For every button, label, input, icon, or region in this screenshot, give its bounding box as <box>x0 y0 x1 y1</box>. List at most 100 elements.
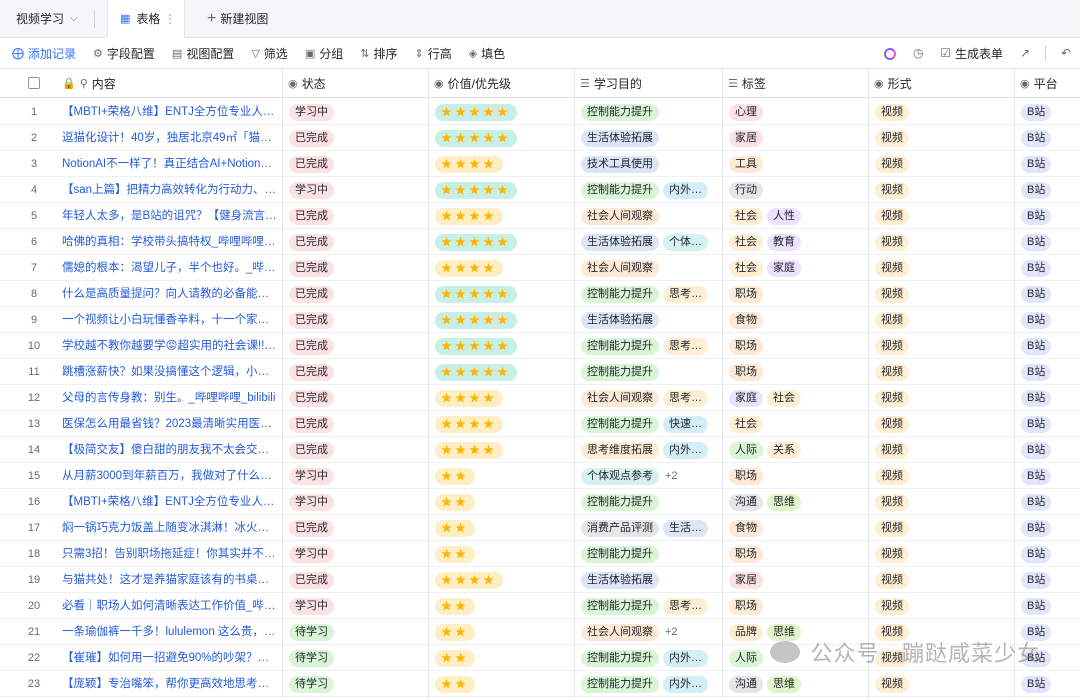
status-cell[interactable]: 学习中 <box>283 99 428 125</box>
form-cell[interactable]: 视频 <box>869 281 1014 307</box>
table-row[interactable]: 10 学校越不教你越要学😡超实用的社会课!!… 已完成 控制能力提升 思考… 职场 视频 B站 <box>0 333 1080 359</box>
tags-cell[interactable]: 沟通 思维 <box>723 489 868 515</box>
status-cell[interactable]: 已完成 <box>283 385 428 411</box>
platform-cell[interactable]: B站 <box>1015 307 1080 333</box>
content-cell[interactable]: 【MBTI+荣格八维】ENTJ全方位专业人… <box>62 99 278 125</box>
sort-button[interactable]: ⇅ 排序 <box>360 45 397 62</box>
priority-cell[interactable] <box>429 411 574 437</box>
status-cell[interactable]: 已完成 <box>283 255 428 281</box>
priority-cell[interactable] <box>429 385 574 411</box>
undo-icon[interactable]: ↶ <box>1052 46 1080 60</box>
purpose-cell[interactable]: 控制能力提升 <box>575 359 722 385</box>
purpose-cell[interactable]: 控制能力提升 <box>575 541 722 567</box>
platform-cell[interactable]: B站 <box>1015 177 1080 203</box>
priority-cell[interactable] <box>429 203 574 229</box>
priority-cell[interactable] <box>429 567 574 593</box>
content-cell[interactable]: 必看｜职场人如何清晰表达工作价值_哔… <box>62 593 278 619</box>
tags-cell[interactable]: 职场 <box>723 463 868 489</box>
status-cell[interactable]: 已完成 <box>283 151 428 177</box>
tags-cell[interactable]: 行动 <box>723 177 868 203</box>
form-cell[interactable]: 视频 <box>869 333 1014 359</box>
priority-cell[interactable] <box>429 619 574 645</box>
more-vertical-icon[interactable]: ⋮ <box>164 12 176 26</box>
table-row[interactable]: 13 医保怎么用最省钱？2023最清晰实用医… 已完成 控制能力提升 快速… 社会 视频 B站 <box>0 411 1080 437</box>
column-header-tags[interactable]: ☰ 标签 <box>722 69 868 97</box>
status-cell[interactable]: 已完成 <box>283 281 428 307</box>
purpose-cell[interactable]: 控制能力提升 思考… <box>575 333 722 359</box>
platform-cell[interactable]: B站 <box>1015 489 1080 515</box>
purpose-cell[interactable]: 控制能力提升 <box>575 489 722 515</box>
content-cell[interactable]: 从月薪3000到年薪百万，我做对了什么… <box>62 463 278 489</box>
share-icon[interactable]: ↗ <box>1011 46 1039 60</box>
content-cell[interactable]: 父母的言传身教：别生。_哔哩哔哩_bilibili <box>62 385 278 411</box>
form-cell[interactable]: 视频 <box>869 203 1014 229</box>
purpose-cell[interactable]: 控制能力提升 内外… <box>575 645 722 671</box>
purpose-cell[interactable]: 个体观点参考 +2 <box>575 463 722 489</box>
platform-cell[interactable]: B站 <box>1015 151 1080 177</box>
tab-grid-view[interactable]: ▦ 表格 ⋮ <box>107 0 185 38</box>
platform-cell[interactable]: B站 <box>1015 333 1080 359</box>
priority-cell[interactable] <box>429 281 574 307</box>
table-row[interactable]: 8 什么是高质量提问？向人请教的必备能… 已完成 控制能力提升 思考… 职场 视频 B站 <box>0 281 1080 307</box>
table-row[interactable]: 11 跳槽涨薪快？如果没搞懂这个逻辑，小… 已完成 控制能力提升 职场 视频 B站 <box>0 359 1080 385</box>
column-header-purpose[interactable]: ☰ 学习目的 <box>574 69 722 97</box>
form-cell[interactable]: 视频 <box>869 307 1014 333</box>
form-cell[interactable]: 视频 <box>869 229 1014 255</box>
form-cell[interactable]: 视频 <box>869 177 1014 203</box>
priority-cell[interactable] <box>429 359 574 385</box>
content-cell[interactable]: NotionAI不一样了！真正结合AI+Notion… <box>62 151 278 177</box>
priority-cell[interactable] <box>429 645 574 671</box>
priority-cell[interactable] <box>429 177 574 203</box>
column-header-priority[interactable]: ◉ 价值/优先级 <box>428 69 574 97</box>
table-row[interactable]: 19 与猫共处！这才是养猫家庭该有的书桌… 已完成 生活体验拓展 家居 视频 B站 <box>0 567 1080 593</box>
column-header-platform[interactable]: ◉ 平台 <box>1014 69 1080 97</box>
priority-cell[interactable] <box>429 437 574 463</box>
purpose-cell[interactable]: 控制能力提升 内外… <box>575 177 722 203</box>
content-cell[interactable]: 【极简交友】傻白甜的朋友我不太会交… <box>62 437 278 463</box>
purpose-cell[interactable]: 思考维度拓展 内外… <box>575 437 722 463</box>
form-cell[interactable]: 视频 <box>869 385 1014 411</box>
status-cell[interactable]: 学习中 <box>283 541 428 567</box>
generate-form-button[interactable]: ☑ 生成表单 <box>940 45 1003 62</box>
add-record-button[interactable]: ⨁ 添加记录 <box>12 45 76 62</box>
form-cell[interactable]: 视频 <box>869 411 1014 437</box>
content-cell[interactable]: 【崔璀】如何用一招避免90%的吵架？… <box>62 645 278 671</box>
form-cell[interactable]: 视频 <box>869 151 1014 177</box>
tags-cell[interactable]: 社会 教育 <box>723 229 868 255</box>
purpose-cell[interactable]: 生活体验拓展 <box>575 567 722 593</box>
tags-cell[interactable]: 职场 <box>723 359 868 385</box>
form-cell[interactable]: 视频 <box>869 463 1014 489</box>
status-cell[interactable]: 已完成 <box>283 333 428 359</box>
priority-cell[interactable] <box>429 255 574 281</box>
platform-cell[interactable]: B站 <box>1015 203 1080 229</box>
status-cell[interactable]: 已完成 <box>283 125 428 151</box>
table-row[interactable]: 3 NotionAI不一样了！真正结合AI+Notion… 已完成 技术工具使用 工具 视… <box>0 151 1080 177</box>
tags-cell[interactable]: 人际 关系 <box>723 437 868 463</box>
content-cell[interactable]: 焖一锅巧克力饭盖上随变冰淇淋！冰火… <box>62 515 278 541</box>
tags-cell[interactable]: 沟通 思维 <box>723 671 868 697</box>
column-header-status[interactable]: ◉ 状态 <box>282 69 428 97</box>
form-cell[interactable]: 视频 <box>869 593 1014 619</box>
form-cell[interactable]: 视频 <box>869 359 1014 385</box>
content-cell[interactable]: 只需3招！告别职场拖延症！你其实并不… <box>62 541 278 567</box>
platform-cell[interactable]: B站 <box>1015 125 1080 151</box>
status-cell[interactable]: 已完成 <box>283 203 428 229</box>
new-view-button[interactable]: + 新建视图 <box>207 10 268 28</box>
select-all-checkbox[interactable] <box>8 69 60 97</box>
table-name-dropdown[interactable]: 视频学习 ⌵ <box>0 0 94 38</box>
platform-cell[interactable]: B站 <box>1015 255 1080 281</box>
form-cell[interactable]: 视频 <box>869 255 1014 281</box>
tags-cell[interactable]: 社会 人性 <box>723 203 868 229</box>
form-cell[interactable]: 视频 <box>869 567 1014 593</box>
table-row[interactable]: 1 【MBTI+荣格八维】ENTJ全方位专业人… 学习中 控制能力提升 心理 视频 B站 <box>0 99 1080 125</box>
history-icon[interactable]: ◷ <box>904 46 932 60</box>
purpose-cell[interactable]: 技术工具使用 <box>575 151 722 177</box>
priority-cell[interactable] <box>429 333 574 359</box>
platform-cell[interactable]: B站 <box>1015 99 1080 125</box>
content-cell[interactable]: 一个视频让小白玩懂香辛料，十一个家… <box>62 307 278 333</box>
fill-color-button[interactable]: ◈ 填色 <box>469 45 505 62</box>
tags-cell[interactable]: 食物 <box>723 307 868 333</box>
status-cell[interactable]: 已完成 <box>283 411 428 437</box>
content-cell[interactable]: 儒媳的根本：渴望儿子，半个也好。_哔… <box>62 255 278 281</box>
status-cell[interactable]: 已完成 <box>283 515 428 541</box>
